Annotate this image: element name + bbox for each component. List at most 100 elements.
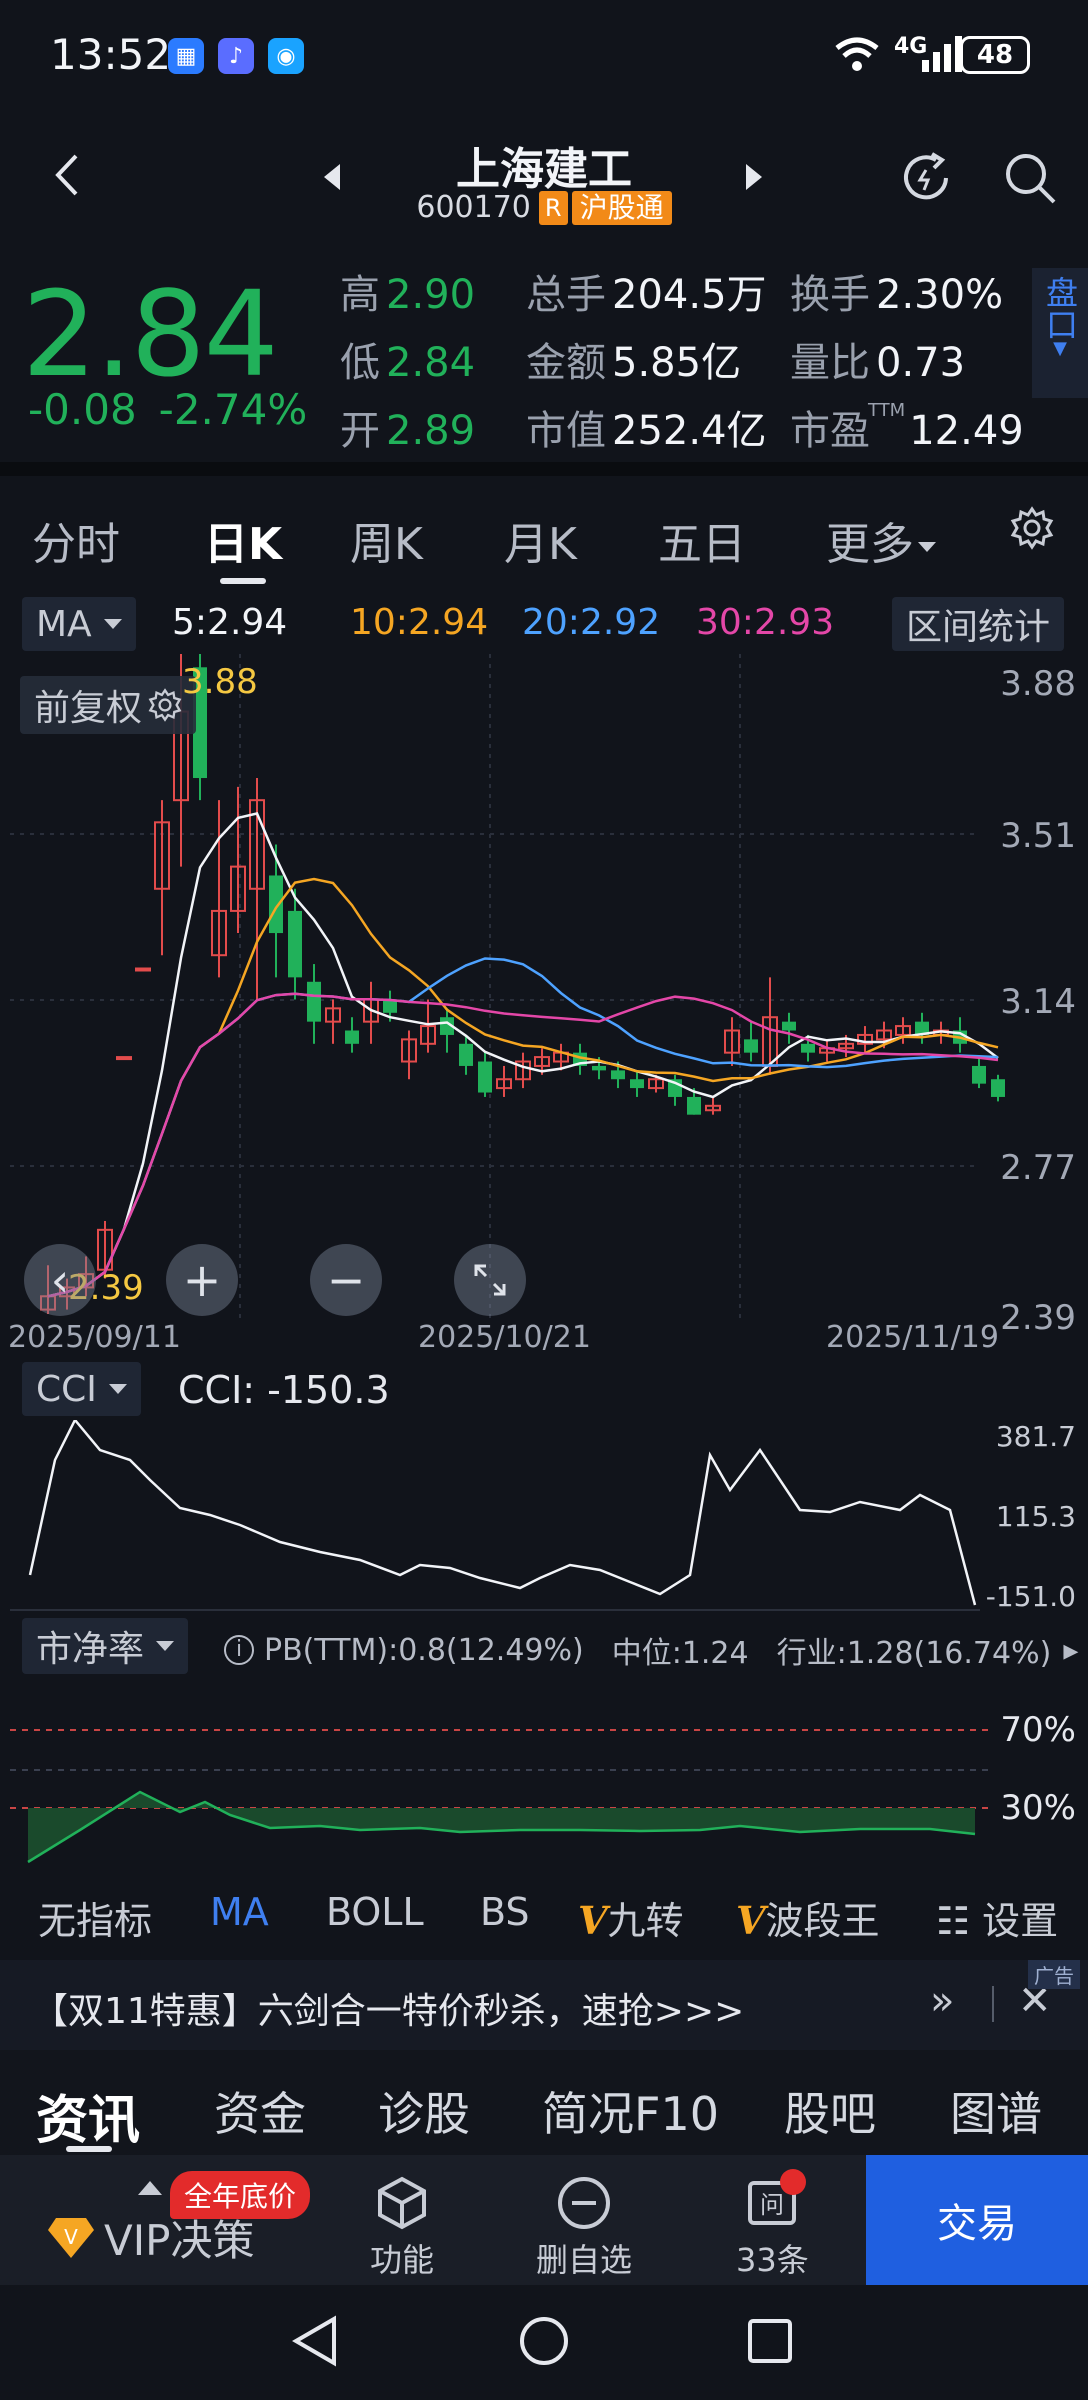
pb-selector[interactable]: 市净率: [22, 1618, 189, 1674]
pb-tick: 30%: [1000, 1788, 1076, 1828]
remove-watchlist-button[interactable]: 删自选: [536, 2175, 632, 2281]
info-icon[interactable]: i: [224, 1635, 254, 1665]
double-chevron-icon[interactable]: »: [930, 1978, 954, 2024]
questions-button[interactable]: 问 33条: [736, 2169, 809, 2281]
indicator-bs[interactable]: BS: [480, 1890, 530, 1934]
candle-body: [116, 1056, 132, 1061]
tab-f10[interactable]: 简况F10: [542, 2078, 719, 2144]
tab-news[interactable]: 资讯: [36, 2078, 140, 2153]
cci-tick: 115.3: [995, 1500, 1076, 1533]
quote-pe: 市盈TTM 12.49: [790, 399, 1024, 454]
scroll-left-button[interactable]: ‹: [24, 1244, 96, 1316]
chevron-right-icon[interactable]: ▸: [1063, 1633, 1078, 1668]
fullscreen-button[interactable]: [454, 1244, 526, 1316]
wifi-icon: [832, 34, 882, 82]
ma10-value: 10:2.94: [350, 602, 489, 643]
music-icon: ♪: [218, 38, 254, 74]
pb-median: 中位:1.24: [611, 1636, 749, 1671]
tab-daily-k[interactable]: 日K: [204, 508, 282, 572]
price-change: -0.08 -2.74%: [28, 385, 307, 434]
plus-icon: +: [182, 1253, 222, 1307]
tab-more[interactable]: 更多: [826, 508, 936, 572]
candles-group: [40, 654, 1005, 1314]
battery-icon: 48: [960, 36, 1030, 74]
indicator-jiuzhuan[interactable]: V九转: [578, 1890, 684, 1945]
search-icon[interactable]: [1000, 148, 1060, 212]
candle-body: [269, 875, 283, 934]
indicator-boll[interactable]: BOLL: [326, 1890, 424, 1934]
candle-body: [972, 1065, 986, 1084]
period-tabs: 分时 日K 周K 月K 五日 更多: [0, 478, 1088, 588]
vip-badge: 全年底价: [170, 2171, 311, 2219]
indicator-boduanwang[interactable]: V波段王: [736, 1890, 880, 1945]
battery-level: 48: [976, 40, 1014, 70]
ma20-value: 20:2.92: [522, 602, 661, 643]
refresh-icon[interactable]: [896, 148, 956, 212]
pb-value: PB(TTM):0.8(12.49%): [264, 1632, 584, 1668]
pb-industry: 行业:1.28(16.74%): [776, 1636, 1052, 1671]
change-percent: -2.74%: [158, 385, 308, 434]
candle-body: [478, 1061, 492, 1093]
ma-selector[interactable]: MA: [22, 597, 136, 651]
tab-graph[interactable]: 图谱: [950, 2078, 1042, 2144]
signal-icon: [920, 34, 964, 78]
ad-banner[interactable]: 【双11特惠】六剑合一特价秒杀，速抢>>> » ✕ 广告: [0, 1960, 1088, 2050]
chevron-down-icon: [108, 1384, 127, 1394]
chevron-down-icon: [103, 619, 122, 629]
tab-five-day[interactable]: 五日: [658, 508, 746, 572]
cci-chart: [10, 1420, 980, 1611]
zoom-in-button[interactable]: +: [166, 1244, 238, 1316]
pankou-button[interactable]: 盘口 ▼: [1032, 268, 1088, 398]
gear-icon[interactable]: [1010, 506, 1054, 554]
trade-button[interactable]: 交易: [866, 2155, 1088, 2285]
indicator-bar: 无指标 MA BOLL BS V九转 V波段王 ☷ 设置: [0, 1880, 1088, 1960]
system-nav-bar: [0, 2285, 1088, 2400]
candle-body: [744, 1039, 758, 1053]
y-tick-label: 3.14: [1000, 982, 1076, 1022]
cube-icon: [378, 2176, 426, 2230]
browser-icon: ◉: [268, 38, 304, 74]
interval-stats-button[interactable]: 区间统计: [892, 597, 1065, 651]
tab-intraday[interactable]: 分时: [32, 508, 120, 572]
change-amount: -0.08: [28, 385, 137, 434]
quote-low: 低 2.84: [340, 340, 476, 386]
tab-monthly-k[interactable]: 月K: [504, 508, 577, 572]
tab-forum[interactable]: 股吧: [784, 2078, 876, 2144]
x-tick-label: 2025/10/21: [418, 1320, 591, 1355]
candle-body: [345, 1030, 359, 1044]
nav-home-icon[interactable]: [516, 2313, 572, 2369]
tab-diagnose[interactable]: 诊股: [378, 2078, 470, 2144]
x-tick-label: 2025/11/19: [826, 1320, 999, 1355]
chevron-up-icon[interactable]: [138, 2181, 162, 2195]
expand-icon: [474, 1264, 506, 1296]
chevron-left-icon: ‹: [50, 1253, 70, 1307]
nav-back-icon[interactable]: [290, 2313, 340, 2369]
kline-chart[interactable]: [0, 654, 1088, 1354]
tab-weekly-k[interactable]: 周K: [350, 508, 423, 572]
candle-body: [307, 981, 321, 1022]
quote-mktcap: 市值 252.4亿: [526, 408, 767, 454]
gear-icon: [148, 688, 182, 722]
candle-body: [611, 1070, 625, 1080]
indicator-ma[interactable]: MA: [210, 1890, 269, 1934]
ma-bar: MA 5:2.94 10:2.94 20:2.92 30:2.93 区间统计: [0, 594, 1088, 654]
ad-text: 【双11特惠】六剑合一特价秒杀，速抢>>>: [32, 1991, 745, 2032]
zoom-out-button[interactable]: −: [310, 1244, 382, 1316]
function-button[interactable]: 功能: [370, 2175, 434, 2281]
calendar-icon: ▦: [168, 38, 204, 74]
pb-chart: [10, 1729, 990, 1864]
candle-body: [782, 1021, 796, 1031]
candle-body: [459, 1043, 473, 1066]
active-tab-indicator: [66, 2146, 112, 2152]
nav-recents-icon[interactable]: [744, 2315, 796, 2367]
adjust-selector[interactable]: 前复权: [20, 676, 197, 734]
indicator-none[interactable]: 无指标: [38, 1890, 152, 1945]
active-tab-indicator: [220, 578, 266, 584]
cci-selector[interactable]: CCI: [22, 1362, 141, 1416]
tab-funds[interactable]: 资金: [214, 2078, 306, 2144]
quote-turnover: 换手 2.30%: [790, 272, 1004, 318]
indicator-settings[interactable]: ☷ 设置: [936, 1890, 1058, 1945]
v-icon: V: [736, 1898, 766, 1943]
risk-badge: R: [538, 190, 568, 225]
cci-value: CCI: -150.3: [178, 1368, 390, 1412]
